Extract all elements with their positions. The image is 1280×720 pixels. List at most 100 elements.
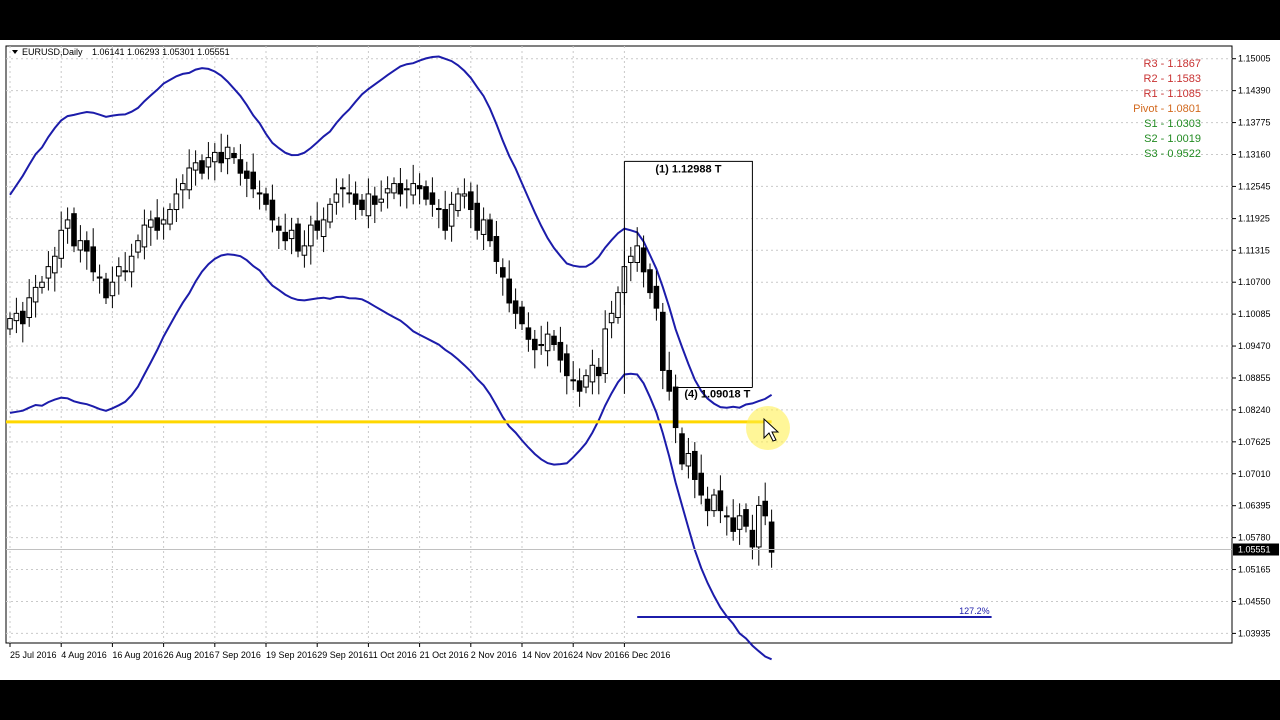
candle-body (103, 278, 109, 299)
candle-body (736, 515, 743, 530)
candle-body (512, 300, 519, 314)
candle-body (602, 328, 609, 375)
candle-body (199, 160, 205, 174)
y-tick-label: 1.08855 (1238, 373, 1271, 383)
candle-body (448, 203, 455, 227)
candle-body (365, 193, 372, 217)
candle-body (724, 515, 730, 518)
candle-body (295, 223, 301, 252)
x-tick-label: 19 Sep 2016 (266, 650, 317, 660)
candle-body (487, 219, 493, 242)
y-tick-label: 1.05165 (1238, 565, 1271, 575)
y-tick-label: 1.12545 (1238, 181, 1271, 191)
candle-body (762, 500, 769, 517)
candle-body (410, 183, 416, 196)
candle-body (679, 433, 685, 465)
candle-body (557, 341, 564, 361)
pivot-level-label: R2 - 1.1583 (1144, 73, 1201, 85)
candle-body (160, 219, 167, 225)
candle-body (397, 183, 404, 195)
x-tick-label: 14 Nov 2016 (522, 650, 573, 660)
candle-body (461, 193, 468, 197)
candle-body (493, 236, 500, 262)
candle-body (320, 219, 327, 238)
candle-body (384, 188, 391, 194)
candle-body (416, 185, 423, 190)
candle-body (672, 386, 679, 429)
candle-body (288, 229, 295, 240)
fib-extension-label: 127.2% (959, 606, 990, 616)
plot-area (5, 45, 1233, 644)
candle-body (391, 183, 397, 194)
candle-body (135, 240, 141, 253)
candle-body (128, 255, 135, 273)
candle-body (660, 311, 666, 371)
candle-body (212, 151, 218, 163)
candle-body (52, 255, 58, 274)
y-tick-label: 1.11315 (1238, 245, 1270, 255)
candle-body (768, 521, 775, 553)
candle-body (64, 219, 71, 229)
candle-body (525, 327, 532, 340)
x-tick-label: 7 Sep 2016 (215, 650, 261, 660)
price-chart[interactable]: (1) 1.12988 T (4) 1.09018 T 127.2% 1.15005… (0, 40, 1280, 680)
candle-body (26, 297, 32, 319)
y-tick-label: 1.13775 (1238, 118, 1271, 128)
candle-body (506, 278, 512, 304)
candle-body (692, 450, 698, 480)
candle-body (39, 281, 45, 288)
candle-body (301, 245, 308, 256)
candle-body (756, 504, 762, 548)
target-1-label: (1) 1.12988 T (655, 163, 721, 175)
candle-body (551, 335, 557, 345)
pivot-legend: R3 - 1.1867 R2 - 1.1583 R1 - 1.1085 Pivot -… (1133, 58, 1201, 160)
candle-body (532, 338, 538, 351)
candle-body (698, 472, 705, 496)
target-4-label: (4) 1.09018 T (684, 389, 750, 401)
y-tick-label: 1.07625 (1238, 437, 1271, 447)
x-tick-label: 21 Oct 2016 (420, 650, 469, 660)
candle-body (743, 509, 749, 527)
candle-body (256, 192, 263, 195)
candle-body (141, 224, 148, 248)
candle-body (282, 231, 288, 242)
candle-body (167, 209, 173, 225)
y-tick-label: 1.10700 (1238, 277, 1271, 287)
candle-body (423, 186, 429, 200)
y-tick-label: 1.11925 (1238, 214, 1270, 224)
y-tick-label: 1.15005 (1238, 54, 1271, 64)
symbol-label: EURUSD,Daily (22, 47, 83, 57)
candle-body (45, 266, 52, 279)
x-tick-label: 24 Nov 2016 (573, 650, 624, 660)
candle-body (84, 240, 90, 252)
candle-body (71, 213, 77, 247)
candle-body (340, 187, 346, 190)
candle-body (116, 266, 122, 277)
candle-body (576, 380, 583, 392)
candle-body (13, 312, 20, 322)
candle-body (704, 498, 711, 512)
candle-body (640, 247, 647, 273)
pivot-level-label: S2 - 1.0019 (1144, 133, 1201, 145)
candle-body (263, 193, 269, 205)
candle-body (269, 199, 276, 221)
chart-header: EURUSD,Daily 1.06141 1.06293 1.05301 1.0… (12, 47, 230, 57)
y-tick-label: 1.08240 (1238, 405, 1271, 415)
candle-body (596, 366, 602, 377)
candle-body (359, 199, 365, 211)
candle-body (346, 192, 352, 195)
pivot-level-label: R3 - 1.1867 (1144, 58, 1201, 70)
candle-body (77, 240, 84, 251)
candle-body (180, 183, 186, 191)
candle-body (314, 220, 320, 231)
candle-body (442, 209, 448, 231)
candle-body (730, 517, 737, 532)
candle-body (544, 333, 551, 352)
candle-body (634, 245, 641, 263)
candle-body (404, 188, 410, 191)
candle-body (628, 255, 634, 263)
candle-body (372, 195, 378, 205)
y-tick-label: 1.04550 (1238, 596, 1271, 606)
candle-body (685, 453, 692, 467)
x-tick-label: 11 Oct 2016 (368, 650, 416, 660)
